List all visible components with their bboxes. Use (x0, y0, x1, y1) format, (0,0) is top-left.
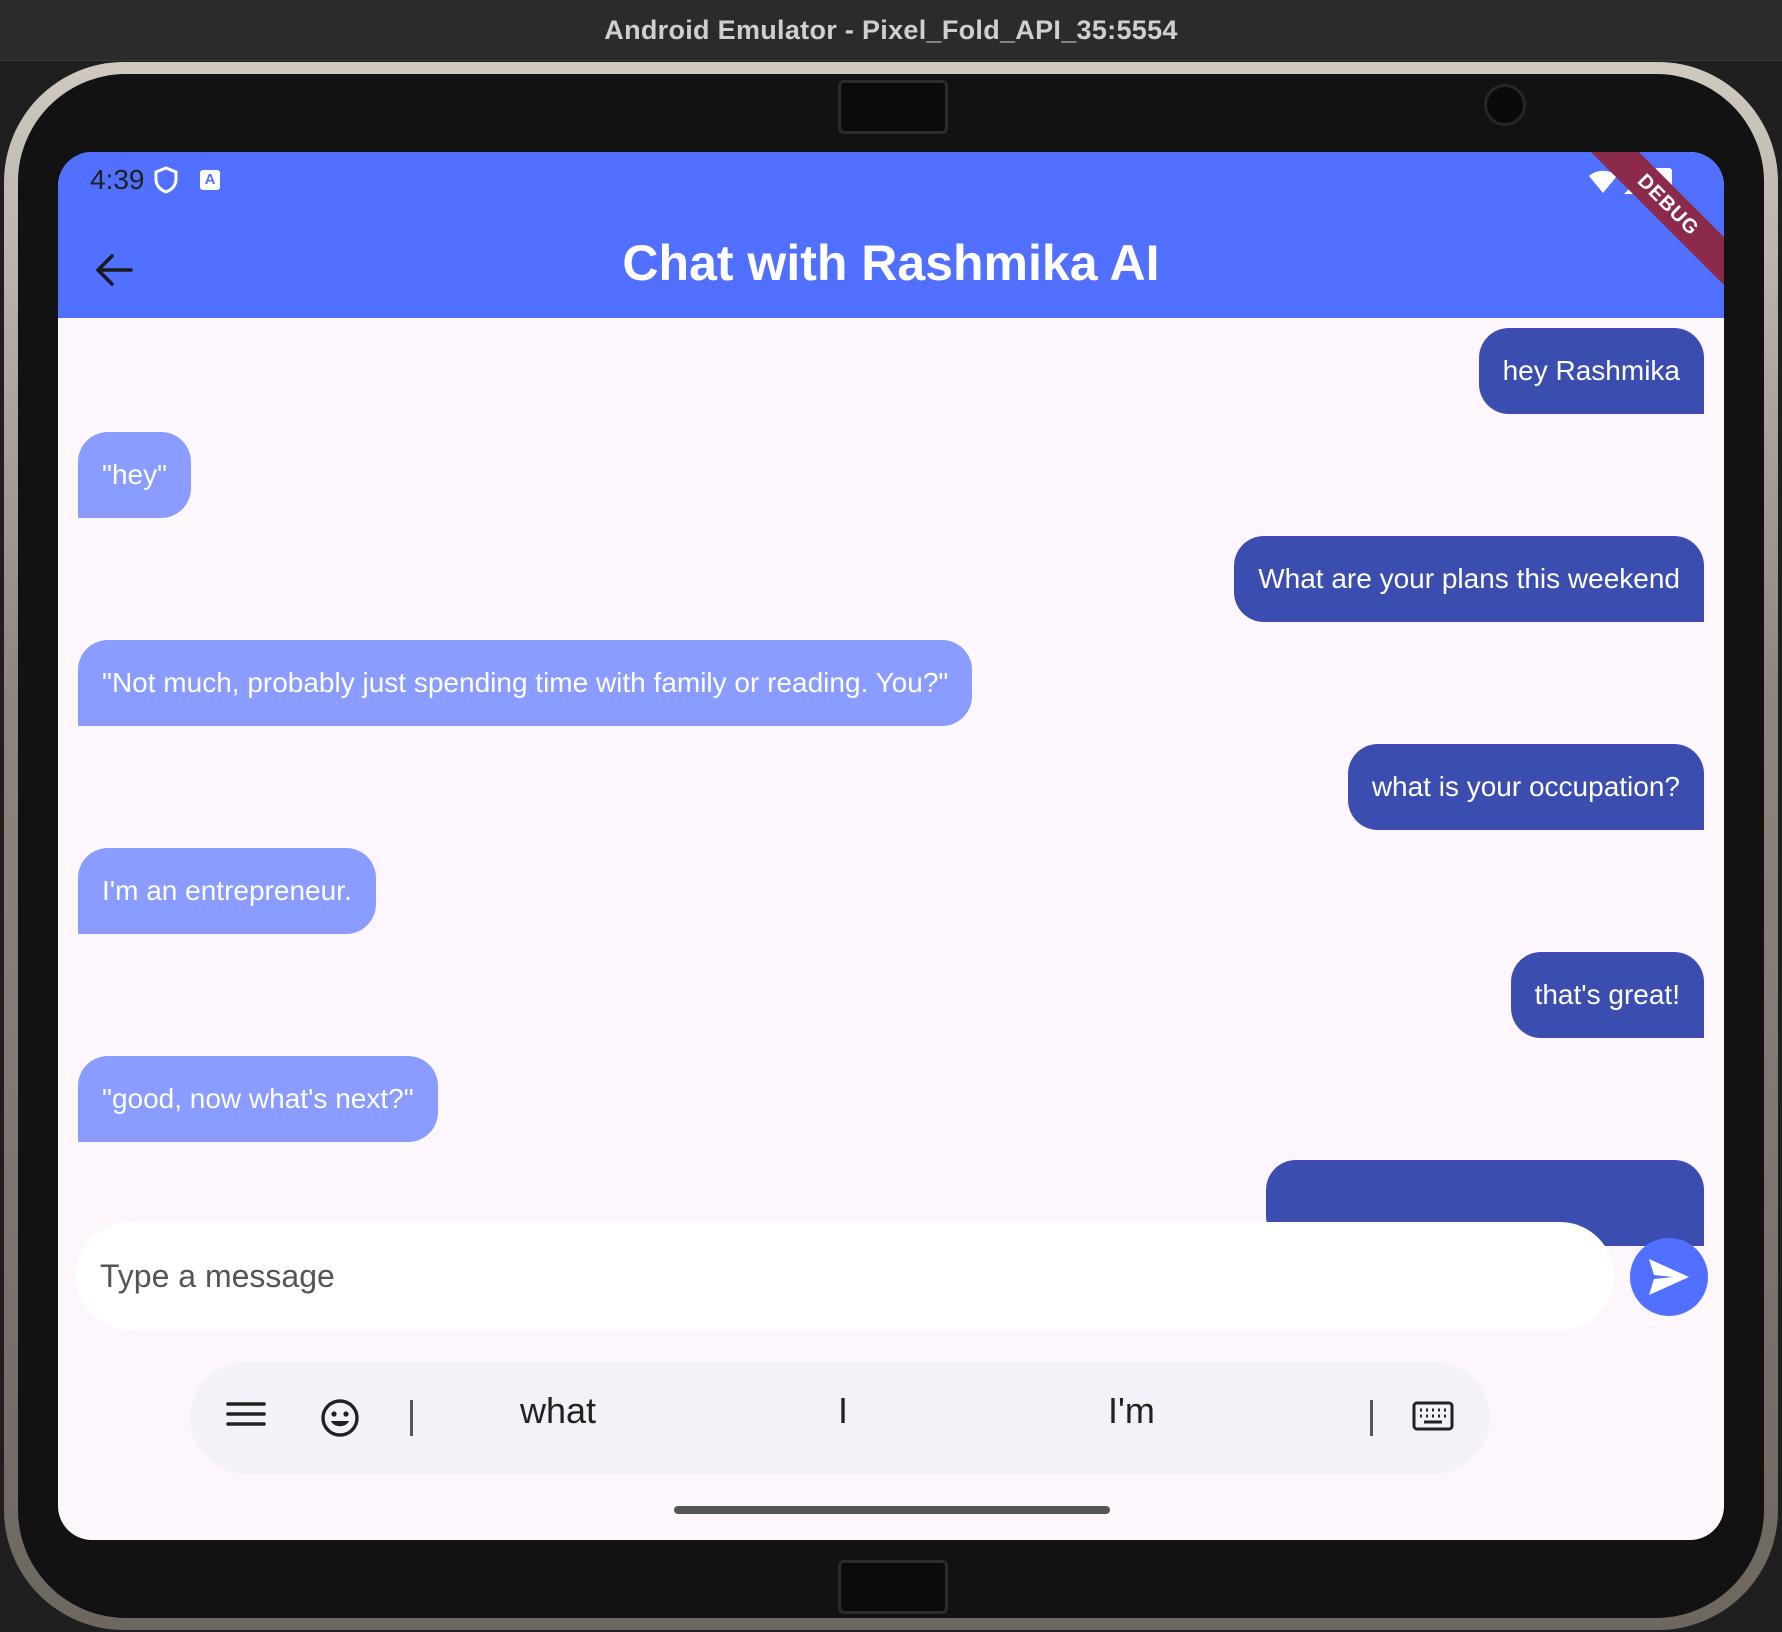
menu-icon[interactable] (226, 1398, 266, 1435)
message-bubble-ai: I'm an entrepreneur. (78, 848, 376, 934)
app-bar: 4:39 A DEBUG Chat with Rashmika AI (58, 152, 1724, 318)
keyboard-suggestion-strip: what I I'm (190, 1362, 1490, 1474)
message-bubble-user: that's great! (1510, 952, 1704, 1038)
home-indicator[interactable] (674, 1506, 1110, 1514)
message-bubble-user: hey Rashmika (1478, 328, 1704, 414)
suggestion-word[interactable]: I'm (1108, 1390, 1155, 1432)
emulator-title-bar: Android Emulator - Pixel_Fold_API_35:555… (0, 0, 1782, 61)
divider (1370, 1400, 1373, 1436)
message-list[interactable]: hey Rashmika "hey" What are your plans t… (58, 318, 1724, 1360)
keyboard-icon[interactable] (1412, 1400, 1454, 1437)
emoji-icon[interactable] (320, 1398, 360, 1443)
emulator-title: Android Emulator - Pixel_Fold_API_35:555… (604, 14, 1178, 45)
app-notification-icon: A (200, 170, 220, 190)
message-bubble-user: What are your plans this weekend (1234, 536, 1704, 622)
message-bubble-ai: "Not much, probably just spending time w… (78, 640, 973, 726)
message-bubble-ai: "hey" (78, 432, 192, 518)
status-bar: 4:39 A (58, 152, 1724, 212)
shield-icon (154, 166, 178, 199)
divider (410, 1400, 413, 1436)
message-bubble-user: what is your occupation? (1347, 744, 1704, 830)
hinge-top (838, 80, 948, 134)
status-time: 4:39 (90, 164, 145, 195)
suggestion-word[interactable]: what (520, 1390, 596, 1432)
page-title: Chat with Rashmika AI (622, 235, 1160, 291)
camera-icon (1484, 84, 1526, 126)
suggestion-word[interactable]: I (838, 1390, 848, 1432)
phone-screen: 4:39 A DEBUG Chat with Rashmika AI hey R… (58, 152, 1724, 1540)
hinge-bottom (838, 1560, 948, 1614)
message-bubble-ai: "good, now what's next?" (78, 1056, 438, 1142)
send-icon (1649, 1259, 1689, 1295)
message-input[interactable] (76, 1222, 1614, 1330)
send-button[interactable] (1630, 1238, 1708, 1316)
